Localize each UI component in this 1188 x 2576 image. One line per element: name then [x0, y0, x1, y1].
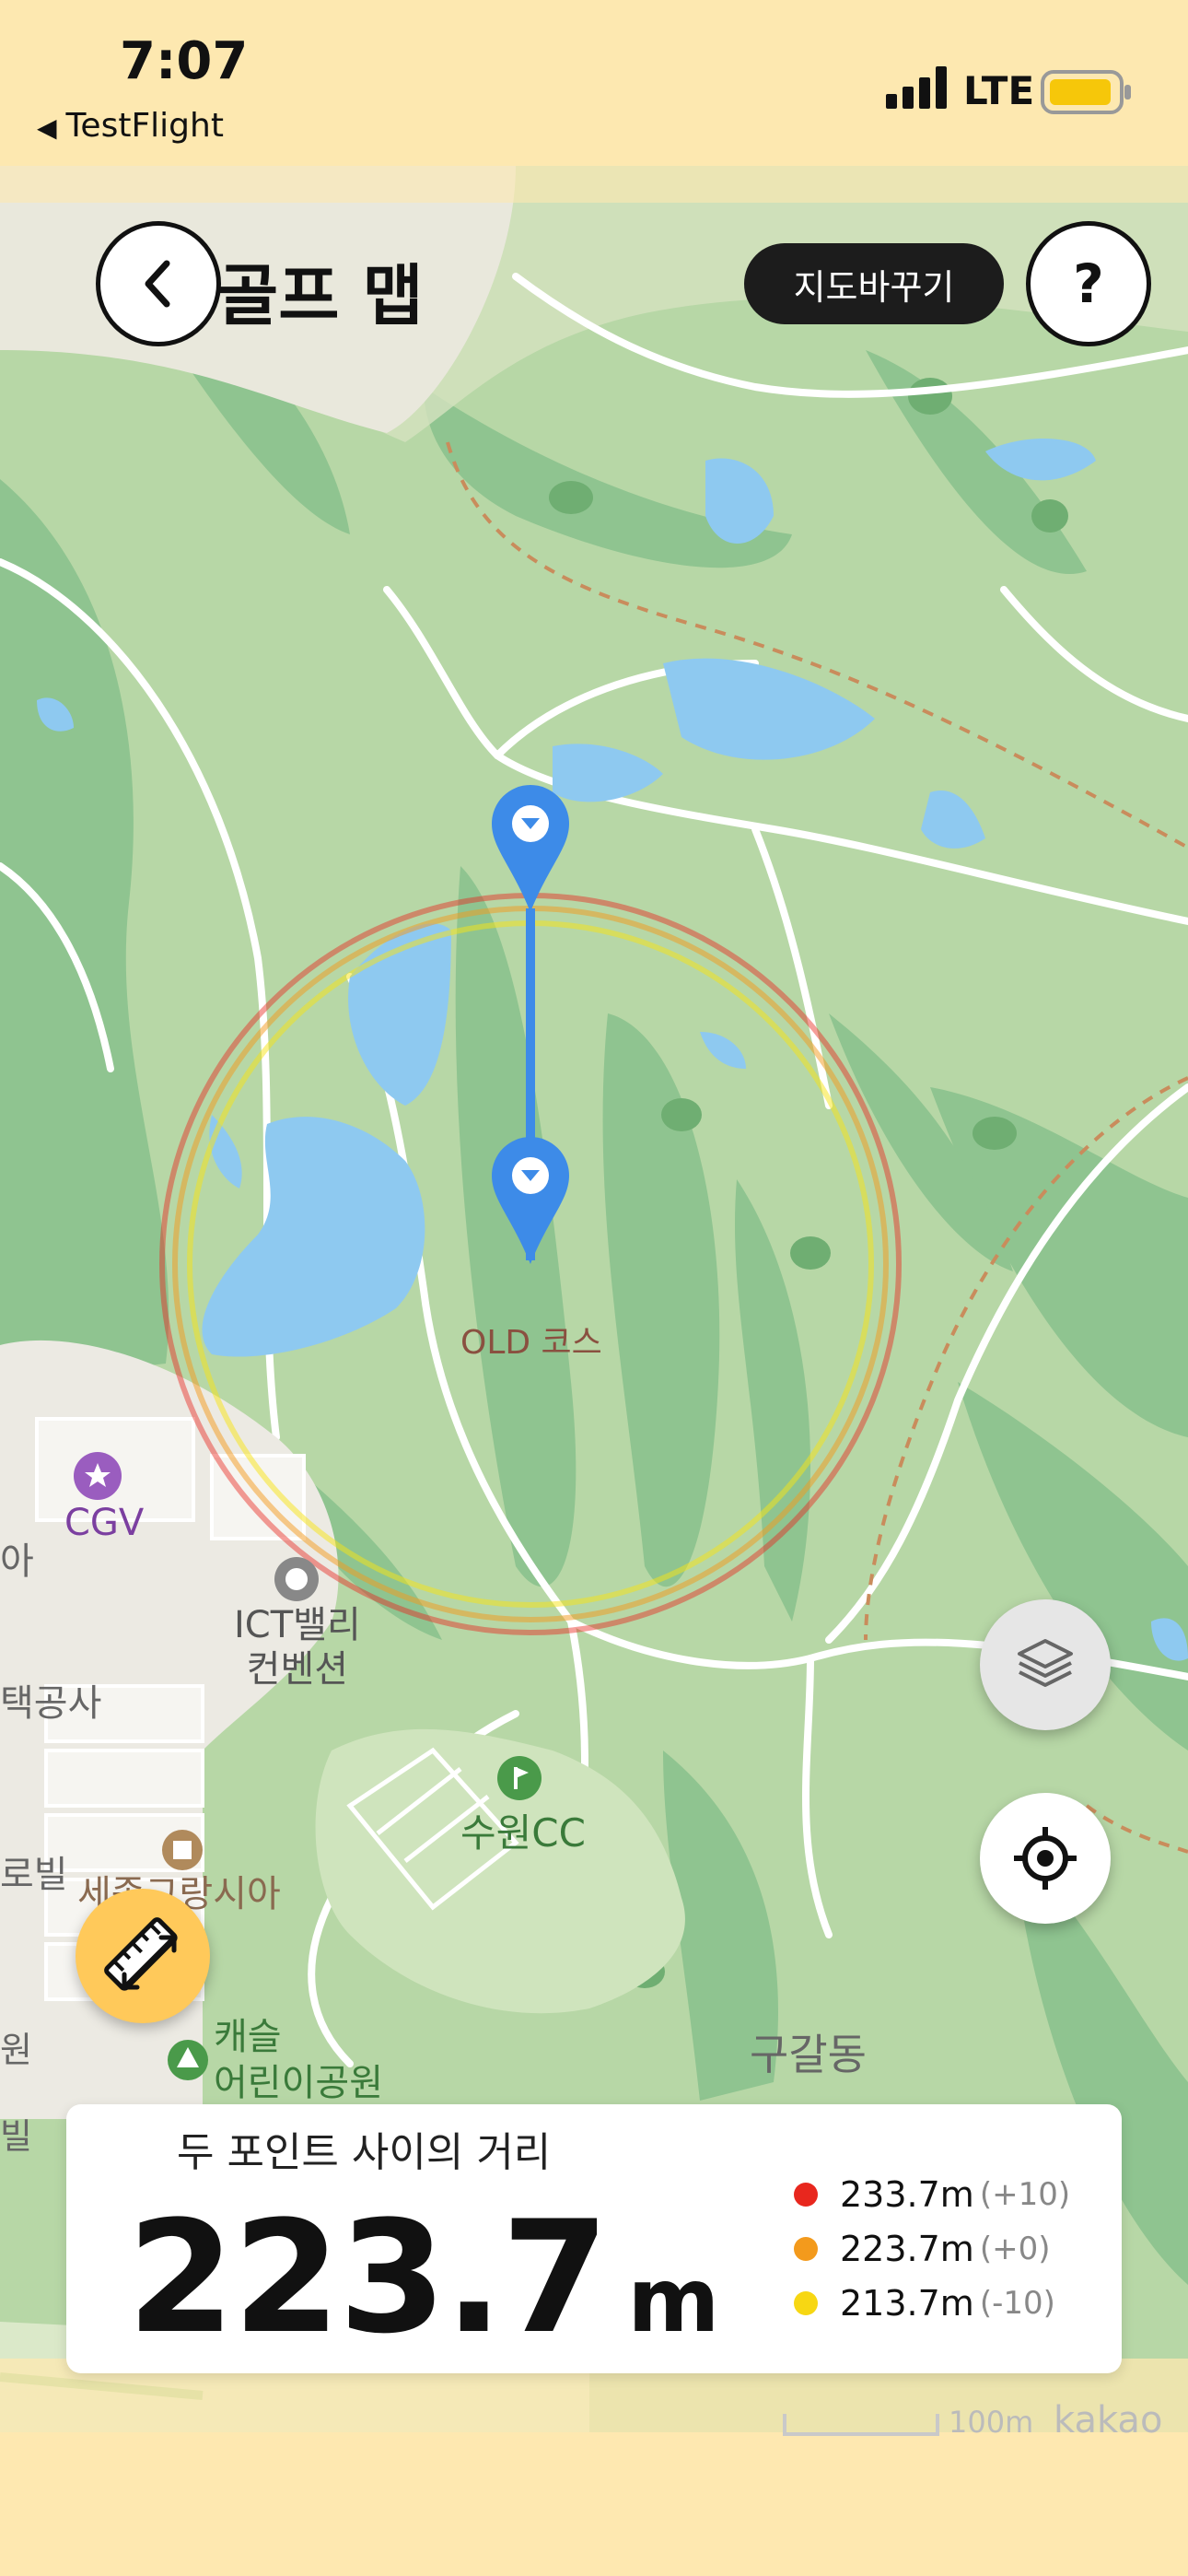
legend-delta: (-10): [979, 2284, 1055, 2322]
golf-poi-icon: [497, 1756, 542, 1800]
ict-label-line1: ICT밸리: [234, 1604, 361, 1646]
ict-label-line2: 컨벤션: [246, 1648, 349, 1691]
park-label[interactable]: 캐슬 어린이공원: [214, 2014, 383, 2106]
edge-label: 로빌: [0, 1854, 68, 1896]
battery-icon: [1041, 70, 1131, 114]
building-poi-icon: [162, 1830, 203, 1870]
legend-value: 223.7m: [840, 2228, 974, 2269]
my-location-button[interactable]: [980, 1793, 1111, 1924]
ict-poi-icon: [274, 1557, 319, 1601]
ring-legend: 233.7m (+10) 223.7m (+0) 213.7m (-10): [794, 2167, 1070, 2330]
signal-icon: [886, 66, 947, 109]
legend-value: 213.7m: [840, 2282, 974, 2324]
edge-label: 아: [0, 1540, 34, 1583]
kakao-logo: kakao: [1054, 2399, 1163, 2441]
crosshair-icon: [1014, 1827, 1077, 1890]
back-triangle-icon: ◀: [37, 112, 57, 143]
ict-label[interactable]: ICT밸리 컨벤션: [234, 1603, 361, 1692]
course-label: OLD 코스: [460, 1324, 602, 1362]
park-label-line2: 어린이공원: [214, 2062, 383, 2104]
cgv-label[interactable]: CGV: [64, 1502, 144, 1544]
legend-row-minus10: 213.7m (-10): [794, 2276, 1070, 2330]
back-button[interactable]: [96, 221, 221, 346]
orange-dot-icon: [794, 2236, 818, 2261]
legend-delta: (+10): [979, 2175, 1071, 2213]
network-label: LTE: [963, 68, 1035, 113]
distance-panel: 두 포인트 사이의 거리 223.7 m 233.7m (+10) 223.7m …: [66, 2104, 1122, 2373]
layers-icon: [1018, 1639, 1073, 1687]
ruler-button[interactable]: [76, 1889, 210, 2023]
legend-row-plus0: 223.7m (+0): [794, 2221, 1070, 2276]
cgv-poi-icon: [74, 1452, 122, 1500]
legend-row-plus10: 233.7m (+10): [794, 2167, 1070, 2221]
yellow-dot-icon: [794, 2290, 818, 2315]
help-button[interactable]: ?: [1026, 221, 1151, 346]
back-app-label: TestFlight: [65, 107, 224, 145]
header: 골프 맵 지도바꾸기 ?: [0, 221, 1188, 350]
switch-map-button[interactable]: 지도바꾸기: [744, 243, 1004, 324]
page-title: 골프 맵: [217, 257, 424, 334]
legend-delta: (+0): [979, 2230, 1051, 2267]
legend-value: 233.7m: [840, 2173, 974, 2215]
layers-button[interactable]: [980, 1599, 1111, 1730]
edge-label: 빌: [0, 2116, 32, 2157]
back-to-app-link[interactable]: ◀ TestFlight: [37, 107, 224, 145]
suwon-cc-label[interactable]: 수원CC: [460, 1802, 586, 1858]
distance-value: 223.7: [127, 2187, 609, 2368]
red-dot-icon: [794, 2182, 818, 2207]
distance-caption: 두 포인트 사이의 거리: [177, 2129, 552, 2176]
status-bar: 7:07 ◀ TestFlight LTE: [0, 0, 1188, 166]
distance-unit: m: [627, 2249, 720, 2352]
clock: 7:07: [120, 31, 249, 91]
distance-readout: 223.7 m: [127, 2187, 719, 2368]
gugal-label: 구갈동: [750, 2030, 867, 2079]
edge-label: 택공사: [0, 1682, 102, 1725]
chevron-left-icon: [145, 260, 170, 308]
scale-label: 100m: [949, 2405, 1034, 2440]
park-poi-icon: [168, 2040, 208, 2080]
ruler-icon: [104, 1917, 178, 1991]
park-label-line1: 캐슬: [214, 2016, 282, 2058]
edge-label: 원: [0, 2030, 32, 2070]
